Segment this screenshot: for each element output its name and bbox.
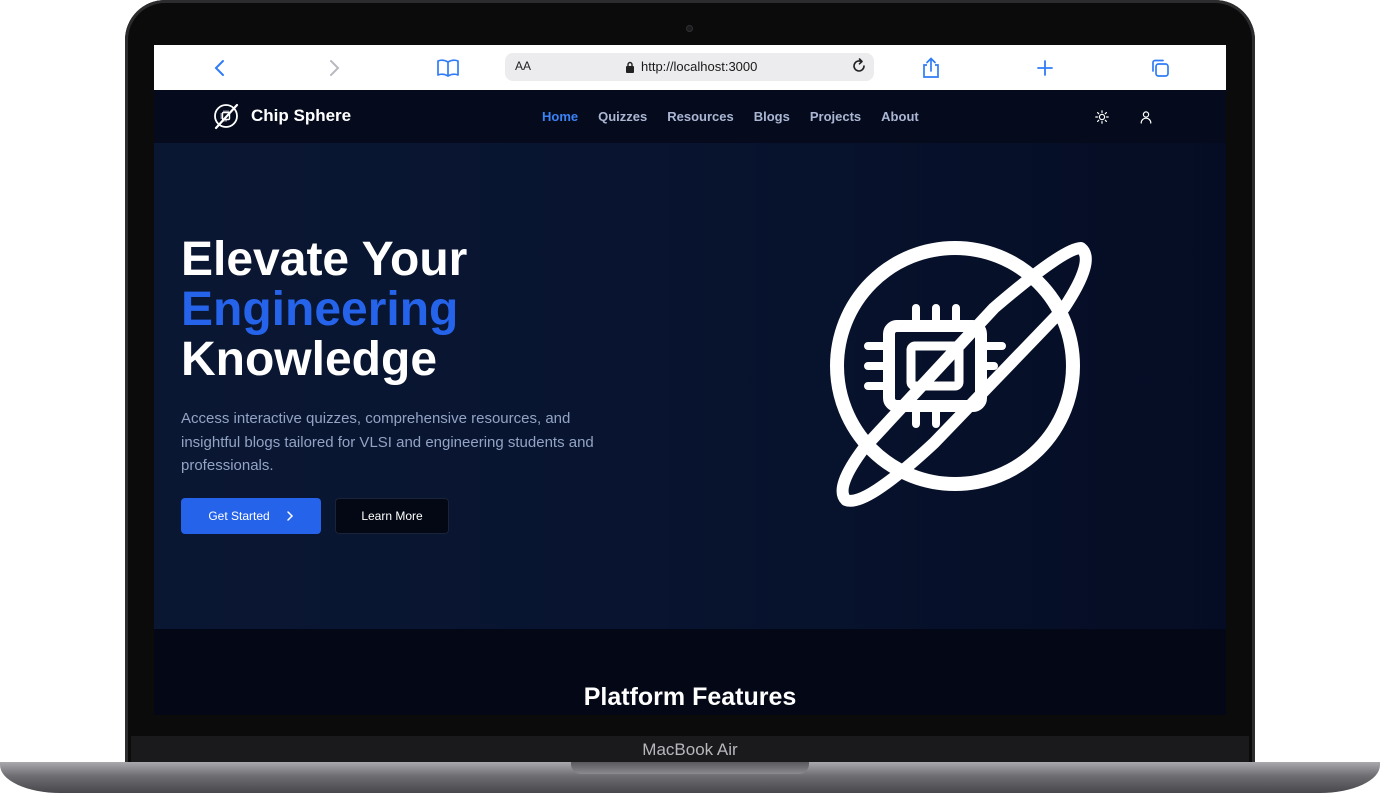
nav-link-home[interactable]: Home: [542, 109, 578, 124]
screen: AA http://localhost:3000 Chip Sphere Hom…: [154, 45, 1226, 715]
nav-link-about[interactable]: About: [881, 109, 919, 124]
nav-link-blogs[interactable]: Blogs: [754, 109, 790, 124]
text-size-button[interactable]: AA: [515, 59, 531, 73]
browser-toolbar: AA http://localhost:3000: [154, 45, 1226, 90]
chip-sphere-hero-icon: [830, 241, 1092, 507]
theme-toggle-button[interactable]: [1094, 109, 1110, 125]
forward-button[interactable]: [320, 54, 348, 82]
device-label: MacBook Air: [642, 740, 738, 759]
brand-name: Chip Sphere: [251, 106, 352, 125]
nav-link-quizzes[interactable]: Quizzes: [598, 109, 647, 124]
get-started-button[interactable]: Get Started: [181, 498, 321, 534]
back-button[interactable]: [206, 54, 234, 82]
camera-icon: [686, 25, 693, 32]
chevron-right-icon: [286, 511, 293, 521]
book-icon: [437, 59, 459, 77]
account-button[interactable]: [1138, 109, 1154, 125]
hero-title-line-3: Knowledge: [181, 333, 438, 386]
main-nav: Home Quizzes Resources Blogs Projects Ab…: [542, 109, 919, 124]
share-icon: [923, 57, 939, 78]
new-tab-button[interactable]: [1031, 54, 1059, 82]
learn-more-label: Learn More: [361, 509, 423, 523]
laptop-notch: [571, 762, 809, 774]
tabs-icon: [1152, 59, 1169, 77]
reload-icon: [853, 58, 865, 72]
hero-title: Elevate Your Engineering Knowledge: [181, 235, 467, 385]
hero-title-line-1: Elevate Your: [181, 233, 468, 286]
site-navbar: Chip Sphere Home Quizzes Resources Blogs…: [154, 90, 1226, 143]
bookmarks-button[interactable]: [434, 54, 462, 82]
hero-description: Access interactive quizzes, comprehensiv…: [181, 410, 594, 474]
address-bar[interactable]: AA http://localhost:3000: [505, 53, 874, 81]
url-text: http://localhost:3000: [641, 59, 758, 74]
learn-more-button[interactable]: Learn More: [335, 498, 449, 534]
user-icon: [1140, 111, 1152, 124]
sun-icon: [1095, 110, 1109, 124]
plus-icon: [1037, 60, 1053, 76]
nav-link-projects[interactable]: Projects: [810, 109, 861, 124]
features-title: Platform Features: [583, 683, 797, 711]
chevron-right-icon: [330, 60, 340, 76]
features-section: Platform Features: [154, 629, 1226, 715]
hero-section: Elevate Your Engineering Knowledge Acces…: [154, 143, 1226, 629]
hero-title-accent: Engineering: [181, 283, 459, 336]
chip-sphere-logo-icon: [214, 103, 239, 130]
get-started-label: Get Started: [208, 509, 270, 523]
lock-icon: [626, 61, 634, 73]
reload-button[interactable]: [850, 57, 868, 80]
brand-logo[interactable]: Chip Sphere: [211, 101, 351, 131]
tabs-button[interactable]: [1146, 54, 1174, 82]
laptop-mockup: AA http://localhost:3000 Chip Sphere Hom…: [0, 0, 1380, 793]
chevron-left-icon: [214, 60, 224, 76]
share-button[interactable]: [917, 54, 945, 82]
nav-link-resources[interactable]: Resources: [667, 109, 733, 124]
